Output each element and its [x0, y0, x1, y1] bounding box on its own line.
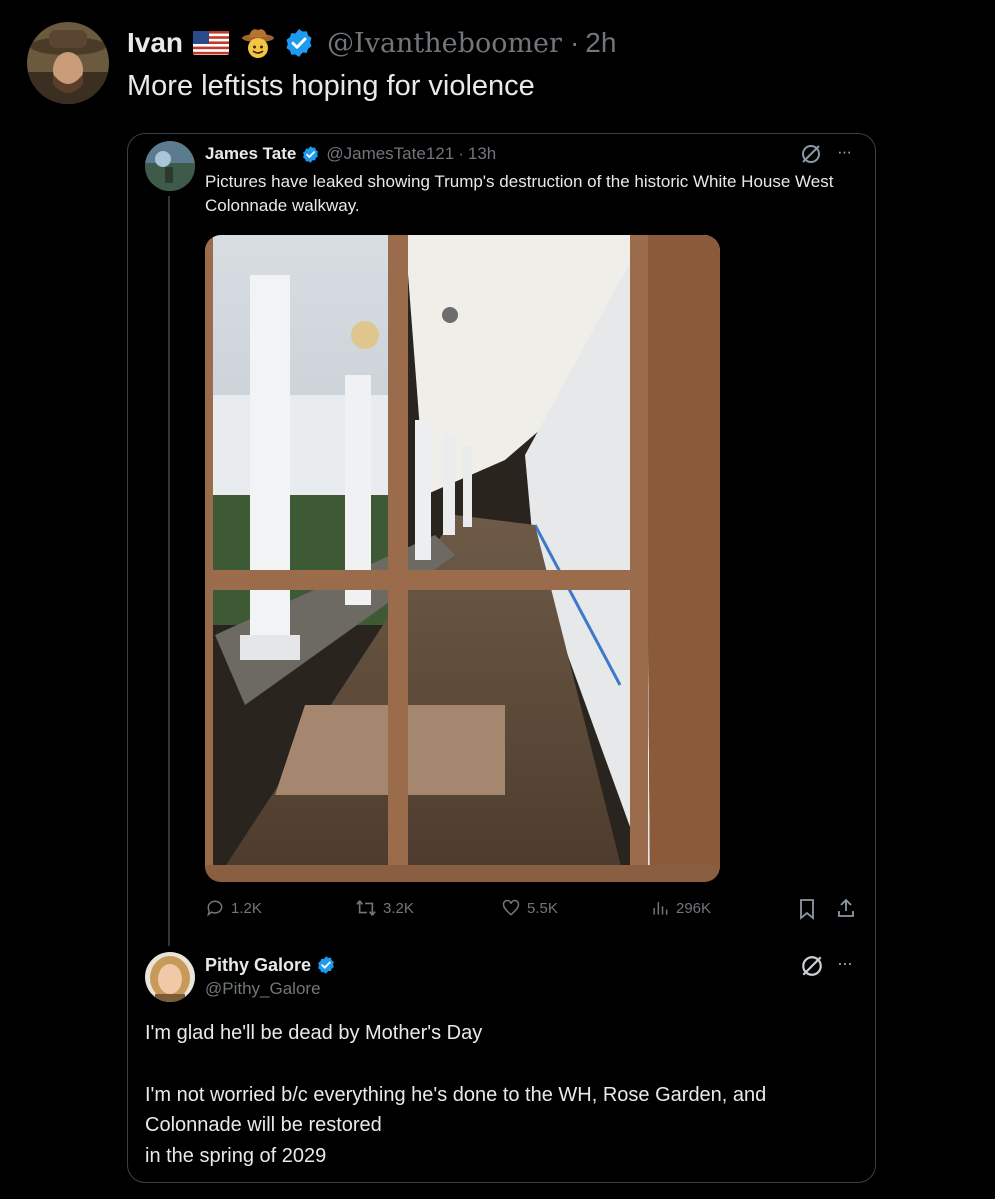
grok-icon[interactable]	[800, 143, 822, 170]
quoted-tweet-header: James Tate @JamesTate121 · 13h	[205, 142, 496, 166]
woman-portrait-icon	[145, 952, 195, 1002]
quoted-tweet-text: Pictures have leaked showing Trump's des…	[205, 172, 834, 215]
cowboy-hat-icon	[241, 27, 275, 59]
author-name[interactable]: Ivan	[127, 27, 183, 59]
verified-badge-icon	[316, 955, 336, 975]
analytics-icon	[653, 902, 668, 915]
landscape-avatar-icon	[145, 141, 195, 191]
reply-author-name[interactable]: Pithy Galore	[205, 955, 311, 976]
reply-button[interactable]: 1.2K	[205, 898, 262, 918]
share-icon[interactable]	[836, 897, 856, 924]
more-options-button[interactable]: ···	[837, 142, 852, 162]
verified-badge-icon	[283, 27, 315, 59]
tweet-photo[interactable]	[205, 235, 720, 882]
reply-text-line-1: I'm glad he'll be dead by Mother's Day	[145, 1022, 483, 1044]
main-tweet-header: Ivan @Ivantheboomer · 2h	[127, 24, 616, 62]
separator: ·	[458, 144, 464, 163]
like-count: 5.5K	[527, 899, 558, 917]
repost-count: 3.2K	[383, 899, 414, 917]
heart-icon	[502, 899, 520, 916]
author-handle[interactable]: @Ivantheboomer	[327, 28, 562, 59]
reply-tweet-header: Pithy Galore	[205, 953, 336, 977]
main-tweet-text: More leftists hoping for violence	[127, 70, 535, 102]
verified-badge-icon	[301, 145, 320, 164]
repost-icon	[356, 900, 376, 916]
views-count: 296K	[676, 899, 712, 917]
quoted-timestamp[interactable]: 13h	[468, 144, 496, 164]
reply-text-line-2: I'm not worried b/c everything he's done…	[145, 1084, 767, 1106]
flag-icon	[193, 31, 230, 55]
james-tate-avatar[interactable]	[145, 141, 195, 191]
reply-text-line-3: Colonnade will be restored	[145, 1114, 382, 1136]
thread-connector-line	[168, 196, 170, 946]
timestamp[interactable]: 2h	[585, 27, 616, 59]
cowboy-portrait-icon	[27, 22, 109, 104]
colonnade-photo	[205, 235, 720, 882]
more-options-button[interactable]: ···	[837, 953, 853, 974]
separator: ·	[569, 27, 580, 58]
like-button[interactable]: 5.5K	[501, 898, 558, 918]
bookmark-icon[interactable]	[798, 898, 816, 925]
reply-count: 1.2K	[231, 899, 262, 917]
reply-text-line-4: in the spring of 2029	[145, 1145, 327, 1167]
quoted-author-name[interactable]: James Tate	[205, 144, 296, 164]
quoted-author-handle[interactable]: @JamesTate121	[326, 144, 454, 164]
reply-icon	[207, 900, 223, 917]
ivan-avatar[interactable]	[27, 22, 109, 104]
repost-button[interactable]: 3.2K	[355, 898, 414, 918]
grok-icon[interactable]	[800, 954, 824, 983]
views-button[interactable]: 296K	[650, 898, 711, 918]
pithy-galore-avatar[interactable]	[145, 952, 195, 1002]
reply-author-handle[interactable]: @Pithy_Galore	[205, 979, 321, 999]
